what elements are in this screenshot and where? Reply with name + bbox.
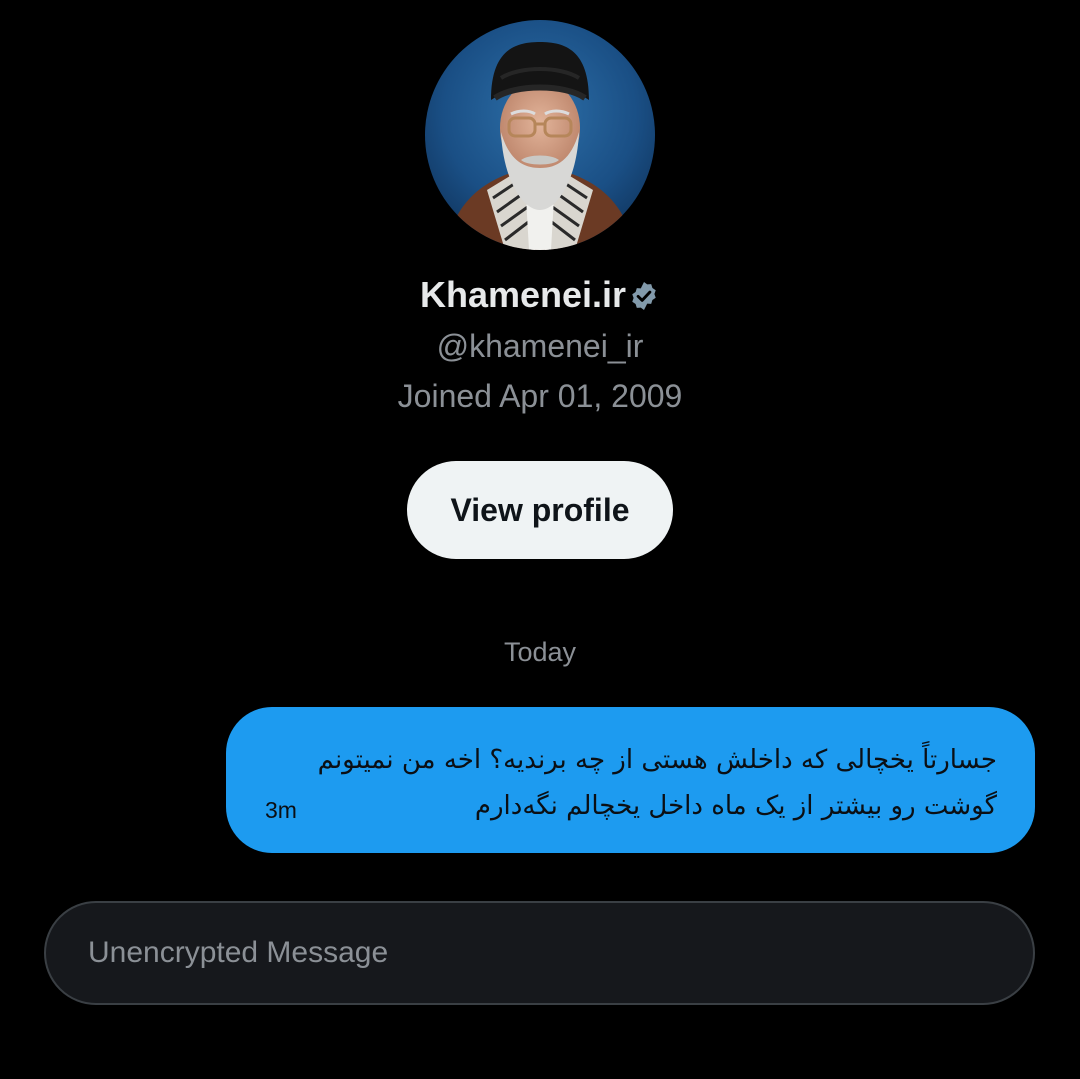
profile-photo bbox=[425, 20, 655, 250]
profile-handle: @khamenei_ir bbox=[436, 328, 644, 364]
profile-name-row: Khamenei.ir bbox=[0, 272, 1080, 318]
message-timestamp: 3m bbox=[265, 797, 297, 823]
verified-badge-icon bbox=[628, 280, 660, 312]
view-profile-button[interactable]: View profile bbox=[407, 461, 673, 559]
display-name: Khamenei.ir bbox=[419, 274, 627, 315]
message-input[interactable] bbox=[88, 903, 988, 1003]
message-text: جسارتاً یخچالی که داخلش هستی از چه برندی… bbox=[317, 745, 997, 821]
avatar[interactable] bbox=[425, 20, 655, 250]
day-separator: Today bbox=[503, 637, 577, 667]
joined-date: Joined Apr 01, 2009 bbox=[397, 378, 683, 414]
message-composer[interactable] bbox=[44, 901, 1035, 1005]
message-bubble-outgoing[interactable]: جسارتاً یخچالی که داخلش هستی از چه برندی… bbox=[226, 707, 1035, 853]
